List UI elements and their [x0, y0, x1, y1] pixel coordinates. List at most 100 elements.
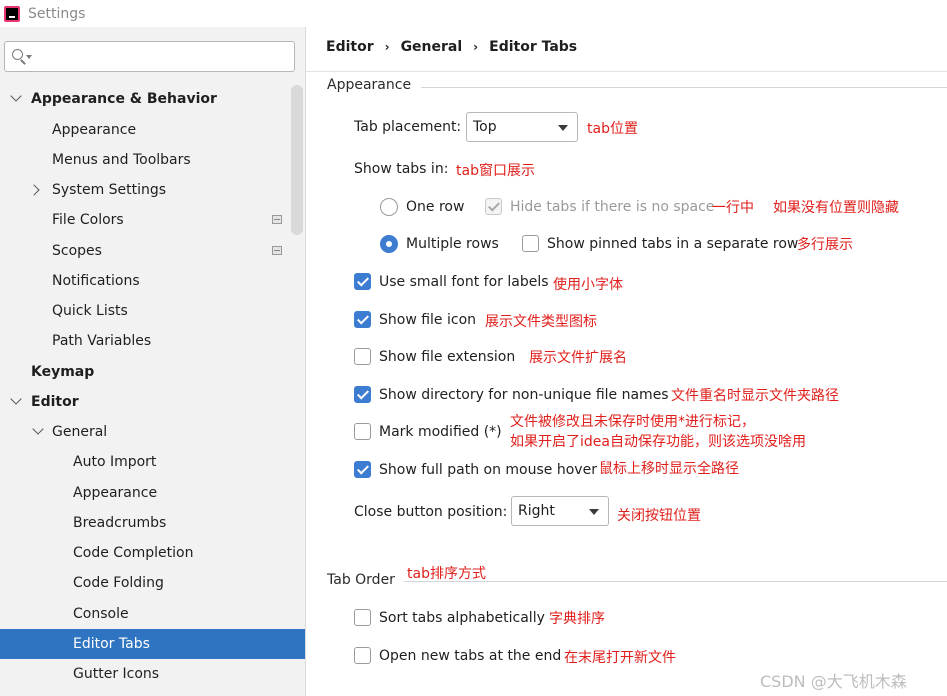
close-button-label: Close button position: — [354, 504, 508, 520]
sidebar-item-code-completion[interactable]: Code Completion — [0, 538, 305, 568]
sidebar-item-auto-import[interactable]: Auto Import — [0, 447, 305, 477]
breadcrumb: Editor › General › Editor Tabs — [326, 39, 577, 55]
small-font-row[interactable]: Use small font for labels — [354, 273, 549, 290]
dropdown-arrow-icon — [589, 509, 599, 515]
note-file-extension: 展示文件扩展名 — [529, 350, 627, 366]
note-close-button: 关闭按钮位置 — [617, 508, 701, 524]
sidebar-item-file-colors[interactable]: File Colors — [0, 205, 305, 235]
search-input[interactable] — [35, 44, 294, 69]
sidebar-item-general[interactable]: General — [0, 417, 305, 447]
tab-placement-row: Tab placement: — [354, 119, 461, 135]
sidebar-item-label: File Colors — [52, 212, 124, 228]
mark-modified-row[interactable]: Mark modified (*) — [354, 423, 502, 440]
note-mark-modified-line-2: 如果开启了idea自动保存功能，则该选项没啥用 — [510, 434, 806, 450]
settings-sidebar: Appearance & Behavior Appearance Menus a… — [0, 27, 306, 696]
sort-alpha-label: Sort tabs alphabetically — [379, 609, 545, 626]
file-extension-checkbox[interactable] — [354, 348, 371, 365]
sidebar-item-appearance-behavior[interactable]: Appearance & Behavior — [0, 84, 305, 114]
sidebar-item-appearance[interactable]: Appearance — [0, 115, 305, 145]
mark-modified-checkbox[interactable] — [354, 423, 371, 440]
one-row-label: One row — [406, 199, 465, 215]
breadcrumb-item: Editor Tabs — [489, 39, 578, 55]
open-new-end-checkbox[interactable] — [354, 647, 371, 664]
file-icon-row[interactable]: Show file icon — [354, 311, 476, 328]
directory-checkbox[interactable] — [354, 386, 371, 403]
breadcrumb-item[interactable]: Editor — [326, 39, 374, 55]
note-directory: 文件重名时显示文件夹路径 — [671, 388, 839, 404]
sidebar-item-label: Breadcrumbs — [73, 515, 167, 531]
sidebar-item-scopes[interactable]: Scopes — [0, 236, 305, 266]
sidebar-item-menus-toolbars[interactable]: Menus and Toolbars — [0, 145, 305, 175]
close-button-row: Close button position: — [354, 504, 507, 520]
chevron-right-icon — [28, 184, 40, 196]
sort-alpha-checkbox[interactable] — [354, 609, 371, 626]
sidebar-item-editor-tabs[interactable]: Editor Tabs — [0, 629, 305, 659]
open-new-end-row[interactable]: Open new tabs at the end — [354, 647, 561, 664]
one-row-radio[interactable] — [380, 198, 398, 216]
show-pinned-row[interactable]: Show pinned tabs in a separate row — [522, 235, 798, 252]
directory-label: Show directory for non-unique file names — [379, 386, 669, 403]
sidebar-item-notifications[interactable]: Notifications — [0, 266, 305, 296]
file-icon-label: Show file icon — [379, 311, 477, 328]
section-title-tab-order: Tab Order — [327, 572, 395, 588]
sidebar-item-label: Code Completion — [73, 545, 194, 561]
sidebar-item-console[interactable]: Console — [0, 599, 305, 629]
sidebar-item-label: Path Variables — [52, 333, 152, 349]
settings-content: Editor › General › Editor Tabs Appearanc… — [306, 27, 947, 696]
sidebar-item-label: Notifications — [52, 273, 140, 289]
sidebar-item-editor-appearance[interactable]: Appearance — [0, 478, 305, 508]
full-path-label: Show full path on mouse hover — [379, 461, 597, 478]
small-font-checkbox[interactable] — [354, 273, 371, 290]
chevron-down-icon — [32, 423, 44, 435]
file-icon-checkbox[interactable] — [354, 311, 371, 328]
show-pinned-checkbox[interactable] — [522, 235, 539, 252]
note-one-row: 一行中 — [712, 200, 754, 216]
hide-tabs-row: Hide tabs if there is no space — [485, 198, 714, 215]
tab-placement-select[interactable]: Top — [466, 112, 578, 142]
window-title: Settings — [28, 5, 86, 22]
hide-tabs-checkbox — [485, 198, 502, 215]
mark-modified-label: Mark modified (*) — [379, 423, 502, 440]
note-hide-tabs: 如果没有位置则隐藏 — [773, 200, 899, 216]
sidebar-item-label: Auto Import — [73, 454, 157, 470]
sidebar-item-path-variables[interactable]: Path Variables — [0, 326, 305, 356]
note-multiple-rows: 多行展示 — [797, 237, 853, 253]
sidebar-item-label: General — [52, 424, 108, 440]
note-tab-placement: tab位置 — [587, 121, 638, 137]
search-box[interactable] — [4, 41, 295, 72]
full-path-row[interactable]: Show full path on mouse hover — [354, 461, 597, 478]
note-open-new-end: 在末尾打开新文件 — [564, 650, 676, 666]
multiple-rows-radio[interactable] — [380, 235, 398, 253]
sidebar-item-breadcrumbs[interactable]: Breadcrumbs — [0, 508, 305, 538]
sidebar-item-editor[interactable]: Editor — [0, 387, 305, 417]
sidebar-item-code-folding[interactable]: Code Folding — [0, 568, 305, 598]
sidebar-item-gutter-icons[interactable]: Gutter Icons — [0, 659, 305, 689]
sidebar-item-system-settings[interactable]: System Settings — [0, 175, 305, 205]
full-path-checkbox[interactable] — [354, 461, 371, 478]
sort-alpha-row[interactable]: Sort tabs alphabetically — [354, 609, 545, 626]
sidebar-item-keymap[interactable]: Keymap — [0, 357, 305, 387]
watermark: CSDN @大飞机木森 — [760, 672, 907, 691]
note-sort-alpha: 字典排序 — [549, 611, 605, 627]
sidebar-item-label: Editor Tabs — [73, 636, 150, 652]
sidebar-item-label: Code Folding — [73, 575, 164, 591]
show-pinned-label: Show pinned tabs in a separate row — [547, 235, 799, 252]
chevron-down-icon — [10, 90, 22, 102]
file-extension-row[interactable]: Show file extension — [354, 348, 515, 365]
small-font-label: Use small font for labels — [379, 273, 549, 290]
multiple-rows-radio-row[interactable]: Multiple rows — [380, 235, 499, 253]
breadcrumb-item[interactable]: General — [401, 39, 463, 55]
one-row-radio-row[interactable]: One row — [380, 198, 464, 216]
sidebar-item-label: Quick Lists — [52, 303, 128, 319]
file-extension-label: Show file extension — [379, 348, 516, 365]
multiple-rows-label: Multiple rows — [406, 236, 499, 252]
close-button-select[interactable]: Right — [511, 496, 609, 526]
breadcrumb-separator-icon: › — [473, 40, 479, 54]
sidebar-item-label: Editor — [31, 394, 79, 410]
project-level-icon — [272, 215, 282, 224]
open-new-end-label: Open new tabs at the end — [379, 647, 562, 664]
breadcrumb-divider — [306, 71, 947, 72]
sidebar-item-quick-lists[interactable]: Quick Lists — [0, 296, 305, 326]
sidebar-item-label: Appearance — [73, 485, 158, 501]
directory-row[interactable]: Show directory for non-unique file names — [354, 386, 669, 403]
